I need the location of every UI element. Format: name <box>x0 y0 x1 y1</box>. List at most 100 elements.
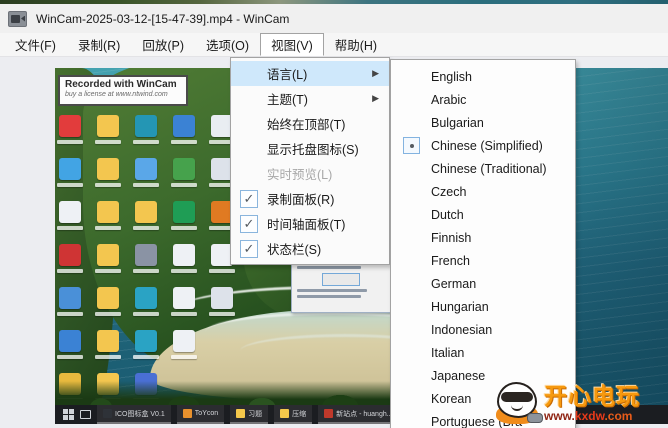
background-desktop-sliver <box>0 0 668 4</box>
view-menu-item-4[interactable]: 实时预览(L) <box>231 161 389 186</box>
recorded-desktop-icon <box>133 115 159 144</box>
view-menu-item-label: 录制面板(R) <box>267 193 335 207</box>
language-item-label: German <box>431 276 477 291</box>
recorded-desktop-icon <box>171 330 197 359</box>
watermark-line1: Recorded with WinCam <box>65 79 177 90</box>
menubar-item-5[interactable]: 帮助(H) <box>324 33 388 56</box>
language-item-label: Hungarian <box>431 299 489 314</box>
recorded-taskbar-button-1: ToYcon <box>176 405 225 424</box>
language-item-label: Finnish <box>431 230 472 245</box>
language-item-8[interactable]: French <box>391 249 575 272</box>
recorded-taskbar-app-icon <box>280 409 290 418</box>
language-item-label: Dutch <box>431 207 464 222</box>
recorded-taskbar-button-label: ICO图标盒 V0.1 <box>115 410 165 418</box>
recorded-desktop-icon <box>57 330 83 359</box>
submenu-arrow-icon: ▶ <box>372 68 379 78</box>
recorded-taskbar-app-icon <box>103 409 112 418</box>
view-menu-dropdown: 语言(L) ▶ 主题(T) ▶ 始终在顶部(T) 显示托盘图标(S) 实时预览(L) ✓ 录制面… <box>230 57 390 265</box>
recorded-dialog-button <box>322 273 360 286</box>
recorded-desktop-icon <box>95 330 121 359</box>
view-menu-item-1[interactable]: 主题(T) ▶ <box>231 86 389 111</box>
language-item-3[interactable]: Chinese (Simplified) <box>391 134 575 157</box>
title-bar[interactable]: WinCam-2025-03-12-[15-47-39].mp4 - WinCa… <box>0 4 668 33</box>
recorded-desktop-icon <box>133 158 159 187</box>
language-item-0[interactable]: English <box>391 65 575 88</box>
language-item-label: Chinese (Traditional) <box>431 161 547 176</box>
checkmark-icon: ✓ <box>240 189 258 208</box>
checkmark-icon: ✓ <box>240 239 258 258</box>
language-item-9[interactable]: German <box>391 272 575 295</box>
recorded-desktop-icon <box>171 287 197 316</box>
menubar-item-3[interactable]: 选项(O) <box>195 33 260 56</box>
recorded-taskbar-button-label: 压缩 <box>292 410 307 418</box>
selected-bullet-icon <box>402 137 420 154</box>
app-camera-icon <box>8 10 27 27</box>
language-item-label: Korean <box>431 391 472 406</box>
recorded-desktop-icon <box>95 287 121 316</box>
menubar-item-1[interactable]: 录制(R) <box>67 33 131 56</box>
menubar-item-4[interactable]: 视图(V) <box>260 33 324 56</box>
language-item-label: Indonesian <box>431 322 493 337</box>
view-menu-item-label: 状态栏(S) <box>267 243 322 257</box>
recorded-desktop-icon <box>209 287 235 316</box>
recorded-desktop-icon <box>133 201 159 230</box>
recorded-desktop-icon <box>95 115 121 144</box>
language-item-5[interactable]: Czech <box>391 180 575 203</box>
recorded-desktop-icon <box>133 287 159 316</box>
recorded-taskbar-button-label: 习题 <box>248 410 263 418</box>
recorded-taskbar-button-label: ToYcon <box>194 410 219 417</box>
language-item-1[interactable]: Arabic <box>391 88 575 111</box>
recorded-desktop-icon <box>171 158 197 187</box>
language-item-label: Czech <box>431 184 467 199</box>
language-item-label: French <box>431 253 470 268</box>
recorded-taskbar-button-4: 新站点 - huangh... <box>318 405 399 424</box>
language-item-label: English <box>431 69 472 84</box>
recorded-desktop-icon <box>171 244 197 273</box>
language-item-10[interactable]: Hungarian <box>391 295 575 318</box>
recorded-start-icon <box>63 409 74 420</box>
recorded-desktop-icon <box>95 158 121 187</box>
language-item-12[interactable]: Italian <box>391 341 575 364</box>
view-menu-item-7[interactable]: ✓ 状态栏(S) <box>231 236 389 261</box>
window-title: WinCam-2025-03-12-[15-47-39].mp4 - WinCa… <box>36 11 290 26</box>
kxdw-logo-title: 开心电玩 <box>544 382 640 409</box>
recorded-desktop-icon <box>133 330 159 359</box>
recorded-desktop-icon <box>171 115 197 144</box>
kxdw-watermark-logo: 开心电玩 www.kxdw.com <box>494 380 666 426</box>
watermark-line2: buy a license at www.ntwind.com <box>65 90 168 98</box>
kxdw-logo-url: www.kxdw.com <box>544 408 633 423</box>
language-item-label: Chinese (Simplified) <box>431 138 543 153</box>
menubar-item-0[interactable]: 文件(F) <box>4 33 67 56</box>
recorded-taskbar-button-3: 压缩 <box>274 405 313 424</box>
view-menu-item-2[interactable]: 始终在顶部(T) <box>231 111 389 136</box>
language-item-label: Arabic <box>431 92 467 107</box>
language-item-7[interactable]: Finnish <box>391 226 575 249</box>
view-menu-item-3[interactable]: 显示托盘图标(S) <box>231 136 389 161</box>
language-item-2[interactable]: Bulgarian <box>391 111 575 134</box>
recorded-desktop-icon <box>57 115 83 144</box>
view-menu-item-6[interactable]: ✓ 时间轴面板(T) <box>231 211 389 236</box>
menu-bar: 文件(F) 录制(R) 回放(P) 选项(O) 视图(V) 帮助(H) <box>0 33 668 57</box>
language-item-6[interactable]: Dutch <box>391 203 575 226</box>
language-item-11[interactable]: Indonesian <box>391 318 575 341</box>
view-menu-item-label: 语言(L) <box>267 68 308 82</box>
recorded-desktop-icon <box>171 201 197 230</box>
wincam-trial-watermark: Recorded with WinCam buy a license at ww… <box>58 75 188 106</box>
recorded-taskbar-button-label: 新站点 - huangh... <box>336 410 393 418</box>
view-menu-item-0[interactable]: 语言(L) ▶ <box>231 61 389 86</box>
recorded-taskbar-button-2: 习题 <box>230 405 269 424</box>
view-menu-item-label: 主题(T) <box>267 93 308 107</box>
recorded-desktop-icon <box>57 244 83 273</box>
language-item-4[interactable]: Chinese (Traditional) <box>391 157 575 180</box>
view-menu-item-label: 显示托盘图标(S) <box>267 143 359 157</box>
view-menu-item-5[interactable]: ✓ 录制面板(R) <box>231 186 389 211</box>
language-item-label: Italian <box>431 345 465 360</box>
recorded-taskbar-app-icon <box>324 409 334 418</box>
menubar-item-2[interactable]: 回放(P) <box>131 33 195 56</box>
recorded-taskbar-button-0: ICO图标盒 V0.1 <box>97 405 171 424</box>
recorded-desktop-icon <box>95 201 121 230</box>
recorded-desktop-icon <box>57 287 83 316</box>
language-item-label: Japanese <box>431 368 486 383</box>
view-menu-item-label: 时间轴面板(T) <box>267 218 346 232</box>
recorded-taskview-icon <box>80 410 91 419</box>
